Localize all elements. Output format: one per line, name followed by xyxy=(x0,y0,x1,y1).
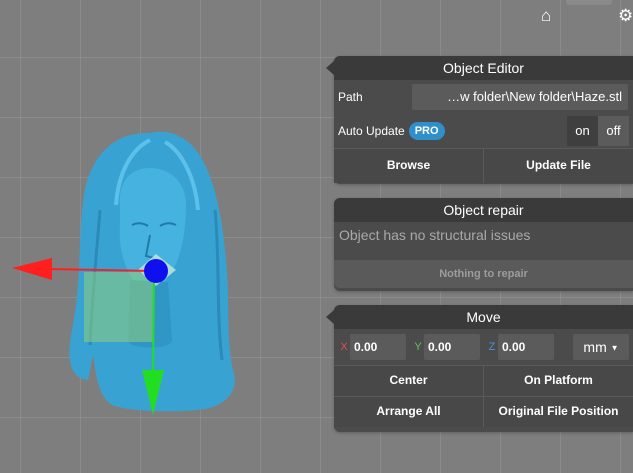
repair-status-message: Object has no structural issues xyxy=(339,227,531,243)
path-field[interactable]: …w folder\New folder\Haze.stl xyxy=(412,84,628,110)
selection-plane xyxy=(84,272,154,342)
repair-button[interactable]: Nothing to repair xyxy=(334,260,633,288)
move-button-row-2: Arrange All Original File Position xyxy=(334,396,633,427)
gizmo-y-axis xyxy=(152,270,155,381)
arrange-all-button[interactable]: Arrange All xyxy=(334,397,483,427)
path-label: Path xyxy=(338,90,363,104)
toggle-on-option[interactable]: on xyxy=(567,116,598,146)
z-axis-label: Z xyxy=(488,341,496,353)
unit-select[interactable]: mm ▼ xyxy=(573,334,629,360)
panel-pointer xyxy=(326,61,334,75)
editor-button-row: Browse Update File xyxy=(334,148,633,183)
z-input[interactable]: 0.00 xyxy=(498,334,554,360)
top-panel-tab[interactable] xyxy=(566,0,612,5)
move-panel: Move X 0.00 Y 0.00 Z 0.00 mm ▼ Center On… xyxy=(326,305,633,432)
move-title: Move xyxy=(334,305,633,329)
gizmo-center xyxy=(144,259,168,283)
auto-update-label: Auto Update xyxy=(338,124,405,138)
update-file-button[interactable]: Update File xyxy=(483,149,633,183)
y-axis-label: Y xyxy=(414,341,422,353)
panel-pointer xyxy=(326,310,334,324)
path-row: Path …w folder\New folder\Haze.stl xyxy=(334,80,633,114)
gizmo-x-arrow xyxy=(12,258,52,280)
x-axis-label: X xyxy=(340,341,348,353)
chevron-down-icon: ▼ xyxy=(610,343,619,353)
auto-update-row: Auto Update PRO on off xyxy=(334,114,633,148)
toggle-off-option[interactable]: off xyxy=(598,116,629,146)
coordinate-row: X 0.00 Y 0.00 Z 0.00 mm ▼ xyxy=(334,329,633,365)
x-input[interactable]: 0.00 xyxy=(350,334,406,360)
on-platform-button[interactable]: On Platform xyxy=(483,366,633,396)
y-input[interactable]: 0.00 xyxy=(424,334,480,360)
object-editor-title: Object Editor xyxy=(334,56,633,80)
auto-update-toggle[interactable]: on off xyxy=(567,116,629,146)
object-repair-panel: Object repair Object has no structural i… xyxy=(334,198,633,291)
home-icon[interactable]: ⌂ xyxy=(541,6,551,26)
unit-value: mm xyxy=(583,339,607,355)
gear-icon[interactable]: ⚙ xyxy=(618,6,633,26)
center-button[interactable]: Center xyxy=(334,366,483,396)
pro-badge: PRO xyxy=(408,122,445,140)
original-file-position-button[interactable]: Original File Position xyxy=(483,397,633,427)
object-editor-panel: Object Editor Path …w folder\New folder\… xyxy=(326,56,633,184)
object-repair-title: Object repair xyxy=(334,198,633,222)
browse-button[interactable]: Browse xyxy=(334,149,483,183)
move-button-row-1: Center On Platform xyxy=(334,365,633,396)
